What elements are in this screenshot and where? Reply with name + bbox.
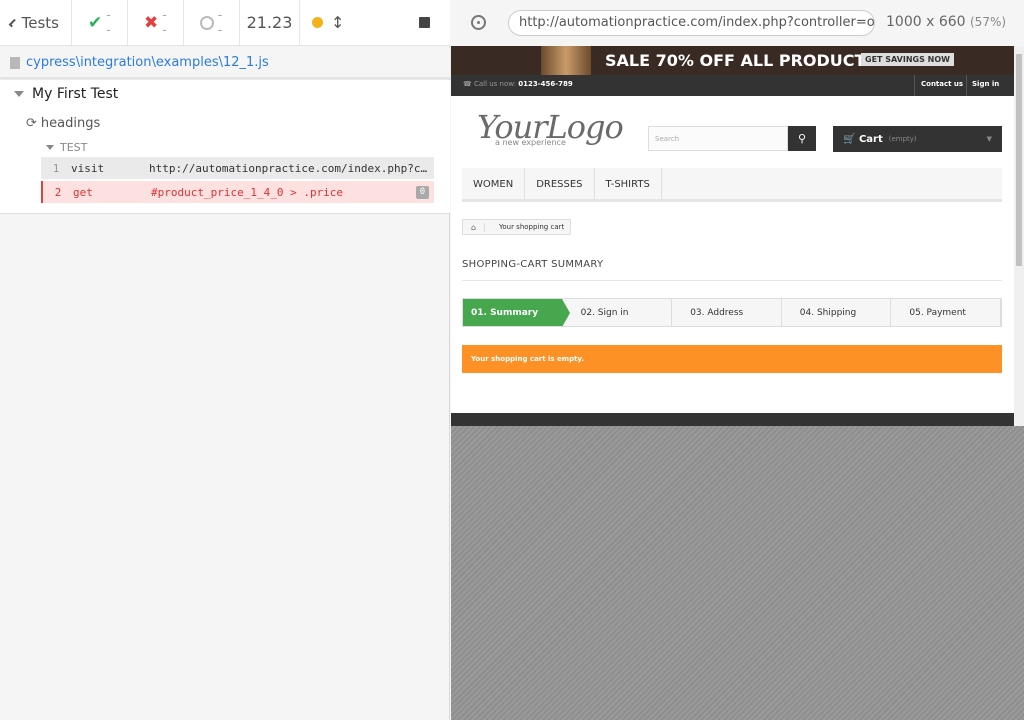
divider <box>462 280 1002 281</box>
pending-stat: -- <box>184 0 240 46</box>
test-row[interactable]: ⟳ headings <box>26 116 100 131</box>
element-count-badge: 0 <box>416 185 429 199</box>
viewport-info: 1000 x 660 (57%) <box>886 14 1006 30</box>
command-message: http://automationpractice.com/index.php?… <box>149 161 428 175</box>
checkout-steps: 01. Summary 02. Sign in 03. Address 04. … <box>462 298 1002 327</box>
call-info: ☎ Call us now: 0123-456-789 <box>463 80 573 88</box>
controls: ↕ <box>300 0 370 46</box>
command-number: 1 <box>52 161 60 175</box>
step-address: 03. Address <box>672 299 782 326</box>
cross-icon: ✖ <box>144 12 159 33</box>
hook-row[interactable]: TEST <box>46 141 87 154</box>
step-signin: 02. Sign in <box>563 299 673 326</box>
promo-text: SALE 70% OFF ALL PRODUCTS <box>605 51 877 70</box>
search-icon: ⚲ <box>797 132 807 145</box>
reporter-panel: Tests ✔ -- ✖ -- -- 21.23 ↕ cypress\integ… <box>0 0 450 720</box>
divider <box>914 75 915 96</box>
contact-link[interactable]: Contact us <box>921 80 963 88</box>
cart-label: Cart <box>858 133 883 145</box>
aut-iframe: SALE 70% OFF ALL PRODUCTS GET SAVINGS NO… <box>451 46 1024 426</box>
scrollbar[interactable] <box>1014 46 1024 426</box>
caret-down-icon <box>14 91 24 97</box>
auto-scroll-icon[interactable]: ↕ <box>331 13 344 32</box>
page-title: SHOPPING-CART SUMMARY <box>462 259 604 270</box>
step-payment: 05. Payment <box>891 299 1001 326</box>
step-shipping: 04. Shipping <box>782 299 892 326</box>
passed-stat: ✔ -- <box>72 0 128 46</box>
chevron-left-icon <box>8 18 17 27</box>
top-nav: ☎ Call us now: 0123-456-789 Contact us S… <box>451 75 1014 96</box>
promo-banner[interactable]: SALE 70% OFF ALL PRODUCTS GET SAVINGS NO… <box>451 46 1014 75</box>
cart-button[interactable]: 🛒 Cart (empty) ▼ <box>833 126 1002 152</box>
command-name: visit <box>71 161 105 175</box>
suite-title: My First Test <box>32 86 119 102</box>
menu-item-women[interactable]: WOMEN <box>462 168 526 199</box>
aut-url: http://automationpractice.com/index.php?… <box>508 10 875 36</box>
file-icon <box>10 56 20 69</box>
reporter-header: Tests ✔ -- ✖ -- -- 21.23 ↕ <box>0 0 450 46</box>
passed-count: -- <box>106 7 111 38</box>
menu-item-dresses[interactable]: DRESSES <box>525 168 595 199</box>
duration: 21.23 <box>240 0 300 46</box>
home-icon[interactable]: ⌂ <box>463 222 485 232</box>
aut-panel: http://automationpractice.com/index.php?… <box>451 0 1024 720</box>
cart-state: (empty) <box>888 135 917 143</box>
site-footer <box>451 413 1014 426</box>
running-indicator-icon <box>312 17 323 28</box>
pending-icon <box>200 15 214 30</box>
chevron-down-icon: ▼ <box>986 135 992 143</box>
main-menu: WOMEN DRESSES T-SHIRTS <box>462 168 1002 202</box>
breadcrumb: ⌂ Your shopping cart <box>462 219 572 235</box>
phone-number: 0123-456-789 <box>518 80 573 88</box>
menu-item-tshirts[interactable]: T-SHIRTS <box>595 168 662 199</box>
command-number: 2 <box>54 185 62 199</box>
test-title: headings <box>40 116 101 131</box>
command-row[interactable]: 1 visit http://automationpractice.com/in… <box>41 157 434 179</box>
step-summary: 01. Summary <box>463 299 570 327</box>
spec-file-header: cypress\integration\examples\12_1.js <box>0 48 450 78</box>
promo-cta-button[interactable]: GET SAVINGS NOW <box>861 53 954 66</box>
check-icon: ✔ <box>88 12 103 33</box>
call-label: Call us now: <box>473 80 516 88</box>
tests-label: Tests <box>21 13 59 32</box>
command-row-failed[interactable]: 2 get #product_price_1_4_0 > .price 0 <box>41 181 434 203</box>
empty-cart-alert: Your shopping cart is empty. <box>462 345 1002 373</box>
aut-background <box>451 426 1024 720</box>
divider <box>966 75 967 96</box>
test-tree: My First Test ⟳ headings TEST 1 visit ht… <box>0 80 450 214</box>
failed-stat: ✖ -- <box>128 0 184 46</box>
suite-row[interactable]: My First Test <box>14 86 118 102</box>
aut-header: http://automationpractice.com/index.php?… <box>451 0 1024 46</box>
command-name: get <box>73 185 93 199</box>
viewport-size: 1000 x 660 <box>886 14 966 30</box>
signin-link[interactable]: Sign in <box>972 80 999 88</box>
running-spinner-icon: ⟳ <box>26 116 37 131</box>
command-message: #product_price_1_4_0 > .price <box>151 185 344 199</box>
cart-icon: 🛒 <box>843 133 856 145</box>
scrollbar-thumb[interactable] <box>1016 54 1022 266</box>
viewport-scale: (57%) <box>970 15 1007 29</box>
caret-down-icon <box>46 145 54 150</box>
search-button[interactable]: ⚲ <box>788 126 816 151</box>
selector-playground-icon[interactable] <box>471 15 486 30</box>
promo-image <box>541 46 591 75</box>
spec-path-link[interactable]: cypress\integration\examples\12_1.js <box>26 55 269 70</box>
cypress-runner: Tests ✔ -- ✖ -- -- 21.23 ↕ cypress\integ… <box>0 0 1024 720</box>
logo-tagline: a new experience <box>495 138 566 147</box>
pending-count: -- <box>217 7 223 38</box>
failed-count: -- <box>162 7 167 38</box>
stop-icon[interactable] <box>419 17 430 28</box>
breadcrumb-current: Your shopping cart <box>499 223 565 231</box>
tests-button[interactable]: Tests <box>0 0 72 46</box>
search-input[interactable]: Search <box>648 126 788 151</box>
hook-label: TEST <box>60 141 88 154</box>
